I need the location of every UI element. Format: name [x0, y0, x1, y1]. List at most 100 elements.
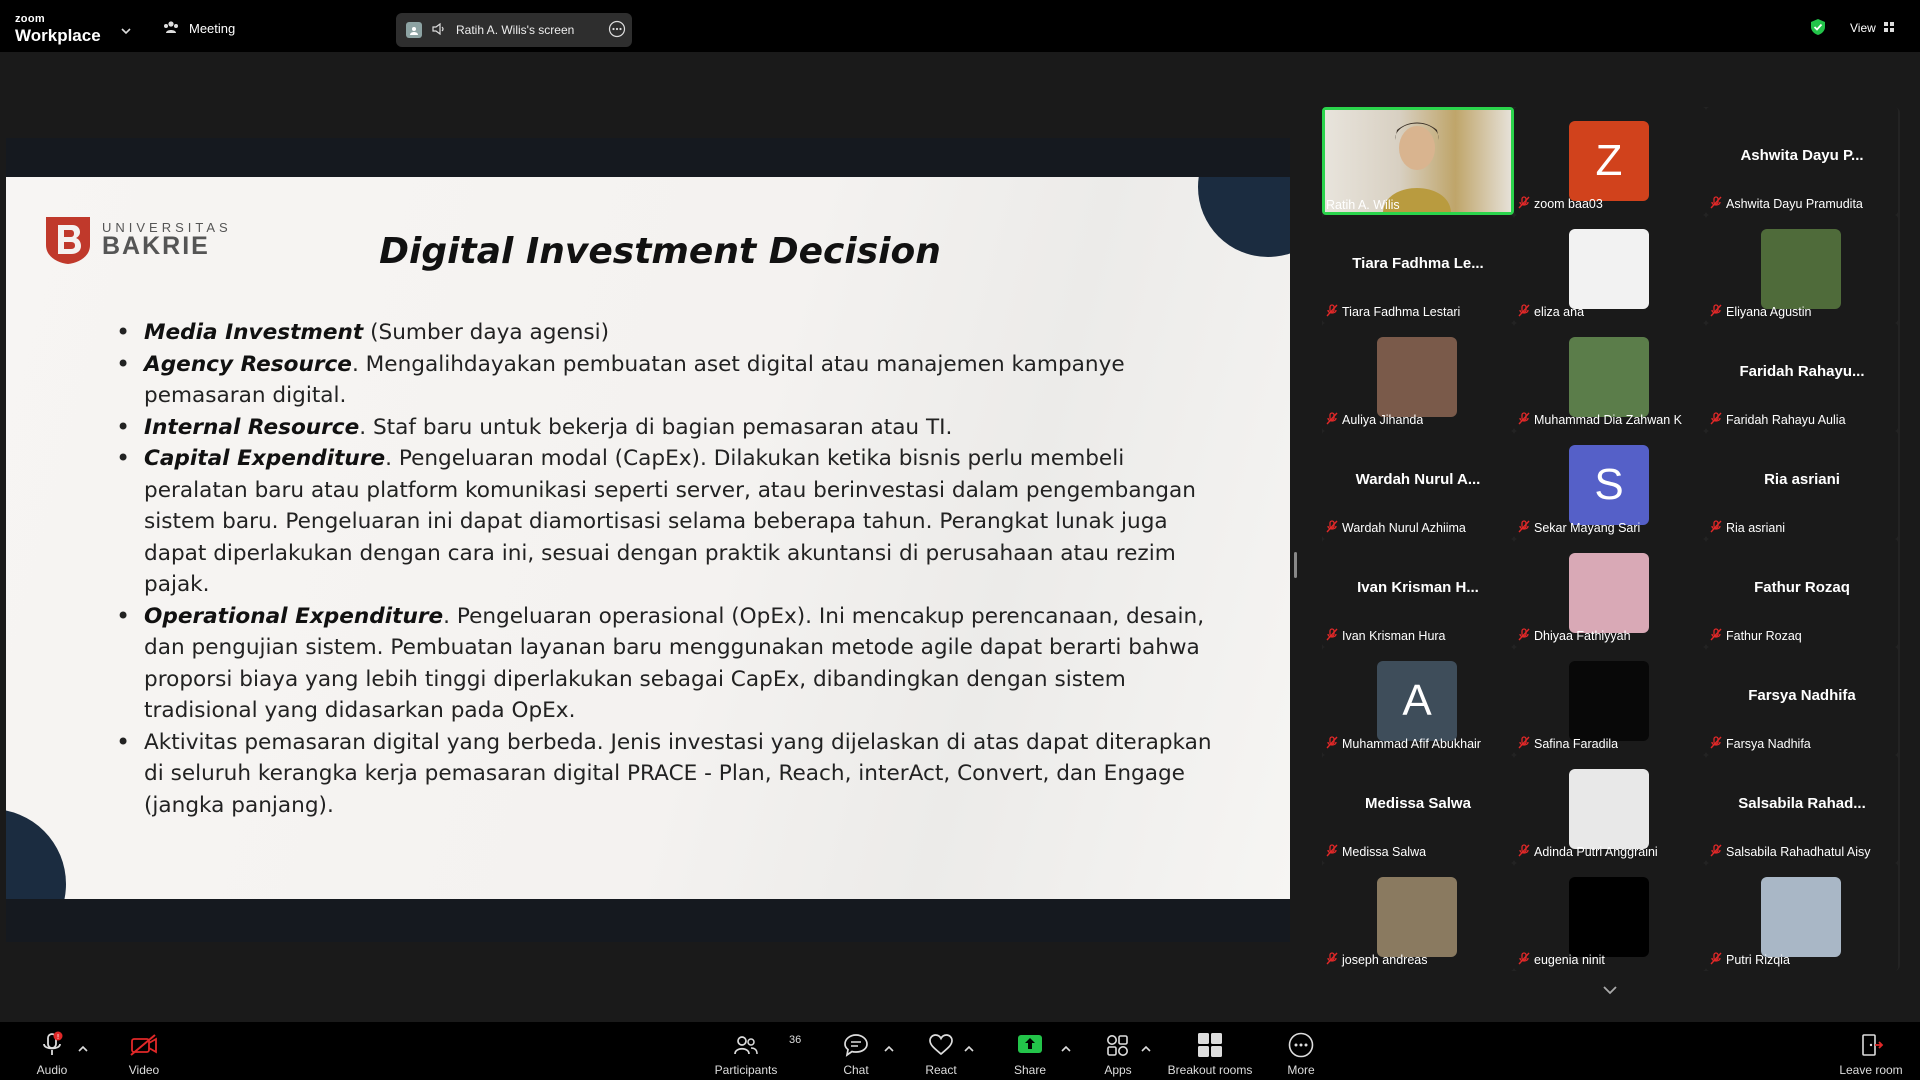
participant-name: eugenia ninit: [1534, 953, 1605, 967]
participant-tile[interactable]: Putri Rizqia: [1706, 863, 1898, 971]
video-label: Video: [128, 1063, 160, 1077]
chevron-down-icon[interactable]: [121, 22, 131, 40]
leave-room-icon: [1858, 1030, 1884, 1060]
mic-muted-icon: [1518, 520, 1530, 536]
participant-name-label: Wardah Nurul Azhiima: [1326, 520, 1466, 536]
participant-name: Fathur Rozaq: [1726, 629, 1802, 643]
security-shield-icon[interactable]: [1810, 18, 1826, 41]
mic-muted-icon: [1518, 196, 1530, 212]
participant-name-label: Sekar Mayang Sari: [1518, 520, 1640, 536]
mic-muted-icon: [1518, 952, 1530, 968]
grid-view-icon: [1883, 21, 1894, 35]
view-button[interactable]: View: [1850, 21, 1894, 35]
participant-tile[interactable]: Dhiyaa Fathiyyah: [1514, 539, 1706, 647]
speaker-icon: [432, 22, 446, 38]
mic-muted-icon: [1710, 304, 1722, 320]
participant-name: Wardah Nurul Azhiima: [1342, 521, 1466, 535]
more-button[interactable]: More: [1261, 1030, 1341, 1077]
participant-display-name: Fathur Rozaq: [1754, 579, 1850, 596]
participant-name: zoom baa03: [1534, 197, 1603, 211]
share-options-chevron-icon[interactable]: [1061, 1040, 1071, 1058]
participant-tile[interactable]: Adinda Putri Anggraini: [1514, 755, 1706, 863]
participant-name: Medissa Salwa: [1342, 845, 1427, 859]
participant-tile[interactable]: Wardah Nurul A... Wardah Nurul Azhiima: [1322, 431, 1514, 539]
chat-label: Chat: [843, 1063, 869, 1077]
participant-tile[interactable]: Zzoom baa03: [1514, 107, 1706, 215]
share-button[interactable]: Share: [990, 1030, 1070, 1077]
mic-muted-icon: [1326, 520, 1338, 536]
participant-tile[interactable]: Muhammad Dia Zahwan K: [1514, 323, 1706, 431]
chat-options-chevron-icon[interactable]: [884, 1040, 894, 1058]
participant-display-name: Salsabila Rahad...: [1738, 795, 1866, 812]
participant-photo: [1569, 337, 1649, 417]
react-label: React: [925, 1063, 957, 1077]
bullet-item: Capital Expenditure. Pengeluaran modal (…: [116, 443, 1231, 601]
screen-share-indicator[interactable]: Ratih A. Wilis's screen: [396, 13, 632, 47]
participant-name-label: Muhammad Dia Zahwan K: [1518, 412, 1682, 428]
participant-display-name: Farsya Nadhifa: [1748, 687, 1856, 704]
microphone-muted-icon: !: [39, 1030, 65, 1060]
participant-tile[interactable]: Ratih A. Wilis: [1322, 107, 1514, 215]
participant-video: [1325, 110, 1511, 212]
participant-name-label: Safina Faradila: [1518, 736, 1618, 752]
breakout-rooms-button[interactable]: Breakout rooms: [1162, 1030, 1258, 1077]
mic-muted-icon: [1518, 844, 1530, 860]
meeting-menu[interactable]: Meeting: [163, 20, 235, 37]
gallery-scroll-down-icon[interactable]: [1602, 982, 1618, 1000]
meeting-label: Meeting: [189, 21, 236, 36]
participant-tile[interactable]: Faridah Rahayu... Faridah Rahayu Aulia: [1706, 323, 1898, 431]
participant-name: eliza ana: [1534, 305, 1585, 319]
participant-tile[interactable]: A Muhammad Afif Abukhair: [1322, 647, 1514, 755]
svg-text:!: !: [57, 1033, 60, 1041]
participant-tile[interactable]: Fathur Rozaq Fathur Rozaq: [1706, 539, 1898, 647]
participant-tile[interactable]: Ria asriani Ria asriani: [1706, 431, 1898, 539]
leave-room-button[interactable]: Leave room: [1831, 1030, 1911, 1077]
participant-tile[interactable]: Tiara Fadhma Le... Tiara Fadhma Lestari: [1322, 215, 1514, 323]
participant-name: Sekar Mayang Sari: [1534, 521, 1641, 535]
share-options-icon[interactable]: [608, 20, 626, 41]
participant-gallery: Ratih A. Wilis Zzoom baa03 Ashwita Dayu P.…: [1322, 107, 1900, 971]
participant-tile[interactable]: eugenia ninit: [1514, 863, 1706, 971]
participant-display-name: Ivan Krisman H...: [1357, 579, 1479, 596]
participant-name-label: Muhammad Afif Abukhair: [1326, 736, 1481, 752]
participants-button[interactable]: 36 Participants: [706, 1030, 802, 1077]
participant-tile[interactable]: Eliyana Agustin: [1706, 215, 1898, 323]
apps-options-chevron-icon[interactable]: [1141, 1040, 1151, 1058]
audio-options-chevron-icon[interactable]: [78, 1040, 88, 1058]
bullet-text: (Sumber daya agensi): [363, 320, 610, 345]
bullet-text: . Staf baru untuk bekerja di bagian pema…: [359, 414, 953, 440]
participant-display-name: Ria asriani: [1764, 471, 1840, 488]
top-bar: zoom Workplace Meeting Ratih A. Wilis's …: [0, 0, 1920, 52]
bullet-item: Aktivitas pemasaran digital yang berbeda…: [116, 727, 1231, 822]
video-button[interactable]: Video: [104, 1030, 184, 1077]
participant-tile[interactable]: Ashwita Dayu P... Ashwita Dayu Pramudita: [1706, 107, 1898, 215]
participant-tile[interactable]: Ivan Krisman H... Ivan Krisman Hura: [1322, 539, 1514, 647]
participant-name-label: joseph andreas: [1326, 952, 1427, 968]
participant-tile[interactable]: joseph andreas: [1322, 863, 1514, 971]
participant-name-label: Putri Rizqia: [1710, 952, 1790, 968]
participant-tile[interactable]: Safina Faradila: [1514, 647, 1706, 755]
panel-resize-handle[interactable]: [1294, 552, 1297, 578]
participant-tile[interactable]: eliza ana: [1514, 215, 1706, 323]
participant-tile[interactable]: Salsabila Rahad... Salsabila Rahadhatul A…: [1706, 755, 1898, 863]
breakout-rooms-icon: [1197, 1030, 1223, 1060]
participant-display-name: Faridah Rahayu...: [1739, 363, 1865, 380]
mic-muted-icon: [1518, 412, 1530, 428]
mic-muted-icon: [1710, 952, 1722, 968]
participant-name: Ashwita Dayu Pramudita: [1726, 197, 1863, 211]
participant-tile[interactable]: Auliya Jihanda: [1322, 323, 1514, 431]
share-label: Ratih A. Wilis's screen: [456, 23, 575, 37]
bullet-term: Internal Resource: [144, 414, 360, 440]
participant-avatar: S: [1569, 445, 1649, 525]
participant-name-label: Auliya Jihanda: [1326, 412, 1423, 428]
slide-decoration-circle: [6, 809, 66, 899]
participants-count: 36: [789, 1034, 802, 1046]
participant-tile[interactable]: Medissa Salwa Medissa Salwa: [1322, 755, 1514, 863]
share-screen-icon: [1017, 1030, 1043, 1060]
participant-tile[interactable]: Farsya Nadhifa Farsya Nadhifa: [1706, 647, 1898, 755]
sharer-thumbnail-icon: [406, 22, 422, 38]
participant-name-label: Farsya Nadhifa: [1710, 736, 1811, 752]
react-options-chevron-icon[interactable]: [964, 1040, 974, 1058]
participant-name-label: Ivan Krisman Hura: [1326, 628, 1446, 644]
participant-tile[interactable]: S Sekar Mayang Sari: [1514, 431, 1706, 539]
